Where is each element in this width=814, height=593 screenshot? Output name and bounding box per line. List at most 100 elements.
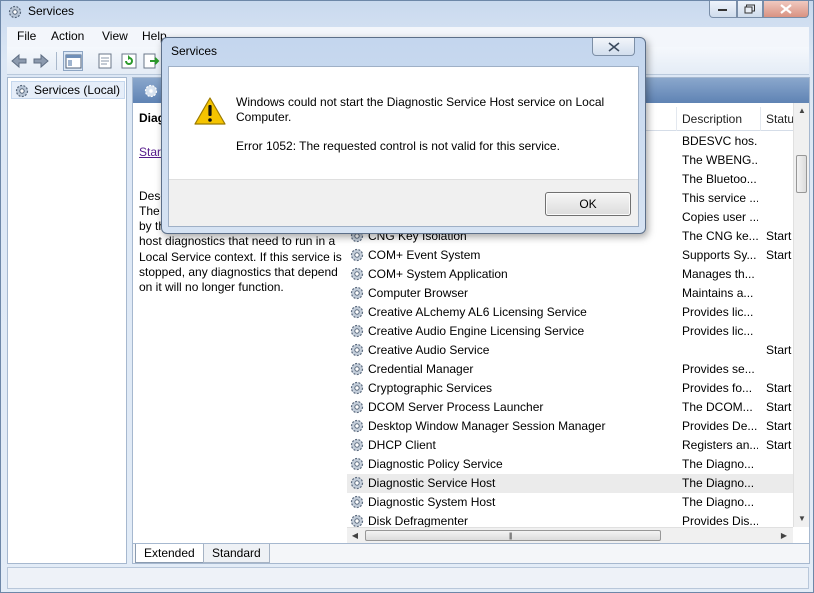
service-status-cell: Start (766, 381, 792, 395)
title-bar: Services (1, 1, 813, 25)
service-row[interactable]: Creative ALchemy AL6 Licensing Service Pr… (347, 303, 793, 322)
service-gear-icon (349, 361, 365, 377)
service-gear-icon (349, 437, 365, 453)
service-description-cell: The Diagno... (682, 476, 755, 490)
restore-icon (744, 4, 755, 14)
service-description-cell: The DCOM... (682, 400, 753, 414)
service-row[interactable]: DCOM Server Process Launcher The DCOM... S… (347, 398, 793, 417)
service-row[interactable]: COM+ Event System Supports Sy... Start (347, 246, 793, 265)
console-tree-icon (65, 54, 82, 69)
show-hide-tree-button[interactable] (63, 51, 83, 71)
service-description-cell: Provides Dis... (682, 514, 758, 527)
service-description-cell: Provides De... (682, 419, 758, 433)
service-name: Computer Browser (368, 286, 469, 300)
minimize-button[interactable] (709, 1, 737, 18)
service-description-cell: Registers an... (682, 438, 758, 452)
service-row[interactable]: Diagnostic System Host The Diagno... (347, 493, 793, 512)
service-gear-icon (349, 399, 365, 415)
grip-icon: ||| (509, 533, 513, 540)
service-description-cell: Provides lic... (682, 324, 754, 338)
service-row[interactable]: Creative Audio Service Start (347, 341, 793, 360)
error-dialog: Services Windows could not start the Dia… (161, 37, 646, 234)
column-divider[interactable] (676, 107, 677, 131)
service-row[interactable]: Desktop Window Manager Session Manager Pr… (347, 417, 793, 436)
tab-standard[interactable]: Standard (203, 544, 270, 563)
service-status-cell: Start (766, 438, 792, 452)
back-button[interactable] (9, 51, 29, 71)
view-tabs: Extended Standard (133, 543, 809, 563)
service-status-cell: Start (766, 400, 792, 414)
service-description-cell: Copies user ... (682, 210, 758, 224)
service-name: COM+ Event System (368, 248, 481, 262)
service-gear-icon (349, 513, 365, 527)
service-gear-icon (349, 266, 365, 282)
service-name: Creative Audio Engine Licensing Service (368, 324, 585, 338)
tree-item-services-local[interactable]: Services (Local) (11, 81, 126, 99)
export-icon (143, 53, 160, 69)
tab-extended[interactable]: Extended (135, 544, 204, 563)
column-header-status[interactable]: Statu (766, 112, 793, 126)
menu-action[interactable]: Action (51, 29, 84, 43)
service-description-cell: Manages th... (682, 267, 755, 281)
service-row[interactable]: Diagnostic Policy Service The Diagno... (347, 455, 793, 474)
service-name: Creative ALchemy AL6 Licensing Service (368, 305, 587, 319)
service-gear-icon (349, 494, 365, 510)
service-name: DCOM Server Process Launcher (368, 400, 544, 414)
service-gear-icon (349, 342, 365, 358)
forward-arrow-icon (33, 53, 49, 69)
service-name: Cryptographic Services (368, 381, 493, 395)
vertical-scroll-thumb[interactable] (796, 155, 807, 193)
dialog-body: Windows could not start the Diagnostic S… (168, 66, 639, 227)
horizontal-scroll-thumb[interactable]: ||| (365, 530, 661, 541)
ok-button[interactable]: OK (545, 192, 631, 216)
vertical-scrollbar[interactable]: ▲ ▼ (793, 103, 809, 527)
refresh-button[interactable] (119, 51, 139, 71)
column-divider[interactable] (760, 107, 761, 131)
service-name: Credential Manager (368, 362, 474, 376)
forward-button[interactable] (31, 51, 51, 71)
description-line: Local Service context. If this service i… (139, 249, 342, 264)
service-row[interactable]: Computer Browser Maintains a... (347, 284, 793, 303)
column-header-description[interactable]: Description (682, 112, 742, 126)
back-arrow-icon (11, 53, 27, 69)
menu-file[interactable]: File (17, 29, 36, 43)
service-name: Disk Defragmenter (368, 514, 469, 527)
dialog-title: Services (171, 44, 218, 58)
service-gear-icon (349, 304, 365, 320)
service-description-cell: Maintains a... (682, 286, 754, 300)
refresh-icon (121, 53, 137, 69)
menu-view[interactable]: View (102, 29, 128, 43)
minimize-icon (718, 9, 727, 11)
service-description-cell: BDESVC hos... (682, 134, 758, 148)
tree-item-label: Services (Local) (34, 83, 121, 97)
horizontal-scrollbar[interactable]: ◀ ||| ▶ (347, 527, 793, 543)
close-button[interactable] (763, 1, 809, 18)
service-gear-icon (349, 456, 365, 472)
close-icon (780, 4, 792, 14)
service-status-cell: Start (766, 343, 792, 357)
service-name: DHCP Client (368, 438, 436, 452)
scroll-down-arrow-icon[interactable]: ▼ (795, 512, 809, 526)
scroll-right-arrow-icon[interactable]: ▶ (777, 529, 791, 543)
service-row[interactable]: Disk Defragmenter Provides Dis... (347, 512, 793, 527)
service-row[interactable]: Cryptographic Services Provides fo... Star… (347, 379, 793, 398)
scroll-left-arrow-icon[interactable]: ◀ (348, 529, 362, 543)
service-row[interactable]: DHCP Client Registers an... Start (347, 436, 793, 455)
service-description-cell: The CNG ke... (682, 229, 758, 243)
export-list-button[interactable] (141, 51, 161, 71)
restore-button[interactable] (737, 1, 763, 18)
service-status-cell: Start (766, 419, 792, 433)
service-row[interactable]: Diagnostic Service Host The Diagno... (347, 474, 793, 493)
services-gear-icon (15, 84, 29, 98)
service-row[interactable]: COM+ System Application Manages th... (347, 265, 793, 284)
service-row[interactable]: Creative Audio Engine Licensing Service P… (347, 322, 793, 341)
scroll-up-arrow-icon[interactable]: ▲ (795, 104, 809, 118)
service-name: Desktop Window Manager Session Manager (368, 419, 606, 433)
service-name: Diagnostic Service Host (368, 476, 496, 490)
dialog-close-button[interactable] (592, 38, 635, 56)
properties-button[interactable] (95, 51, 115, 71)
service-name: Diagnostic System Host (368, 495, 496, 509)
properties-icon (98, 53, 112, 69)
service-name: Diagnostic Policy Service (368, 457, 503, 471)
service-row[interactable]: Credential Manager Provides se... (347, 360, 793, 379)
